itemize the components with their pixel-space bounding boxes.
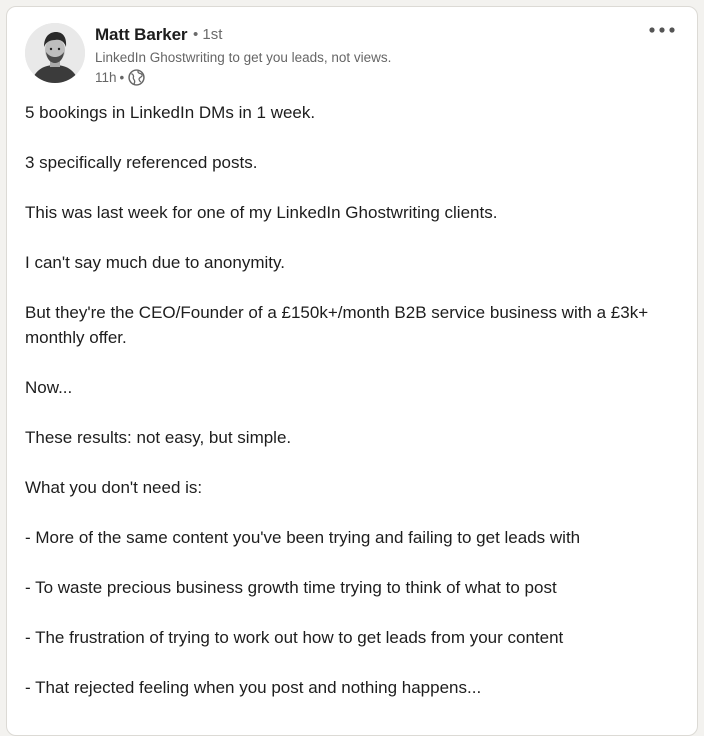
author-headline: LinkedIn Ghostwriting to get you leads, … <box>95 50 392 65</box>
post-paragraph: - To waste precious business growth time… <box>25 578 557 597</box>
more-options-button[interactable] <box>645 19 679 41</box>
post-timestamp: 11h <box>95 70 117 85</box>
post-paragraph: 5 bookings in LinkedIn DMs in 1 week. <box>25 103 316 122</box>
post-paragraph: - The frustration of trying to work out … <box>25 628 564 647</box>
post-paragraph: What you don't need is: <box>25 478 203 497</box>
post-paragraph: - More of the same content you've been t… <box>25 528 581 547</box>
author-name[interactable]: Matt Barker <box>95 25 188 45</box>
post-paragraph: But they're the CEO/Founder of a £150k+/… <box>25 303 649 347</box>
post-body: 5 bookings in LinkedIn DMs in 1 week. 3 … <box>25 100 675 725</box>
post-paragraph: 3 specifically referenced posts. <box>25 153 258 172</box>
ellipsis-icon <box>649 27 675 33</box>
degree-label: 1st <box>202 26 223 43</box>
post-paragraph: This was last week for one of my LinkedI… <box>25 203 498 222</box>
post-meta: 11h • <box>95 69 145 86</box>
connection-degree: • 1st <box>193 26 223 43</box>
avatar[interactable] <box>25 23 85 83</box>
meta-separator: • <box>119 70 125 85</box>
post-paragraph: Now... <box>25 378 73 397</box>
post-paragraph: I can't say much due to anonymity. <box>25 253 285 272</box>
post-card: Matt Barker • 1st LinkedIn Ghostwriting … <box>6 6 698 736</box>
post-paragraph: - That rejected feeling when you post an… <box>25 678 482 697</box>
globe-icon <box>128 69 145 86</box>
post-paragraph: These results: not easy, but simple. <box>25 428 292 447</box>
